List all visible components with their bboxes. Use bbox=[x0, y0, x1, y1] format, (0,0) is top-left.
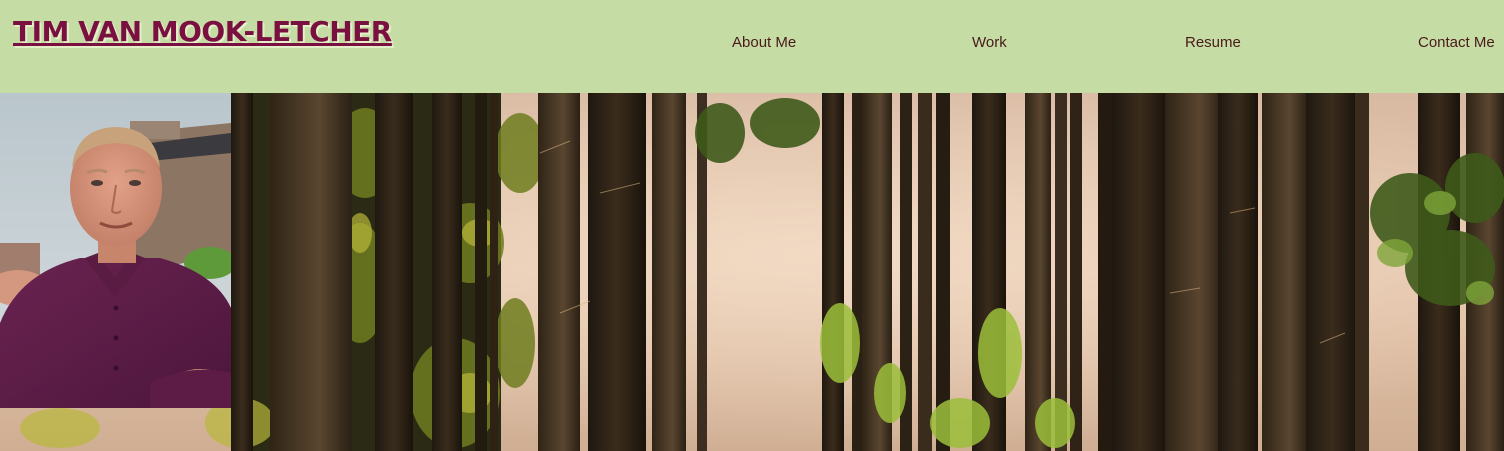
nav-link-about[interactable]: About Me bbox=[732, 34, 796, 52]
site-header: TIM VAN MOOK-LETCHER About Me Work Resum… bbox=[0, 0, 1504, 93]
profile-photo bbox=[0, 93, 231, 408]
nav-link-work[interactable]: Work bbox=[972, 34, 1007, 52]
nav-link-contact[interactable]: Contact Me bbox=[1418, 34, 1495, 52]
site-title[interactable]: TIM VAN MOOK-LETCHER bbox=[13, 12, 392, 52]
nav-link-resume[interactable]: Resume bbox=[1185, 34, 1241, 52]
